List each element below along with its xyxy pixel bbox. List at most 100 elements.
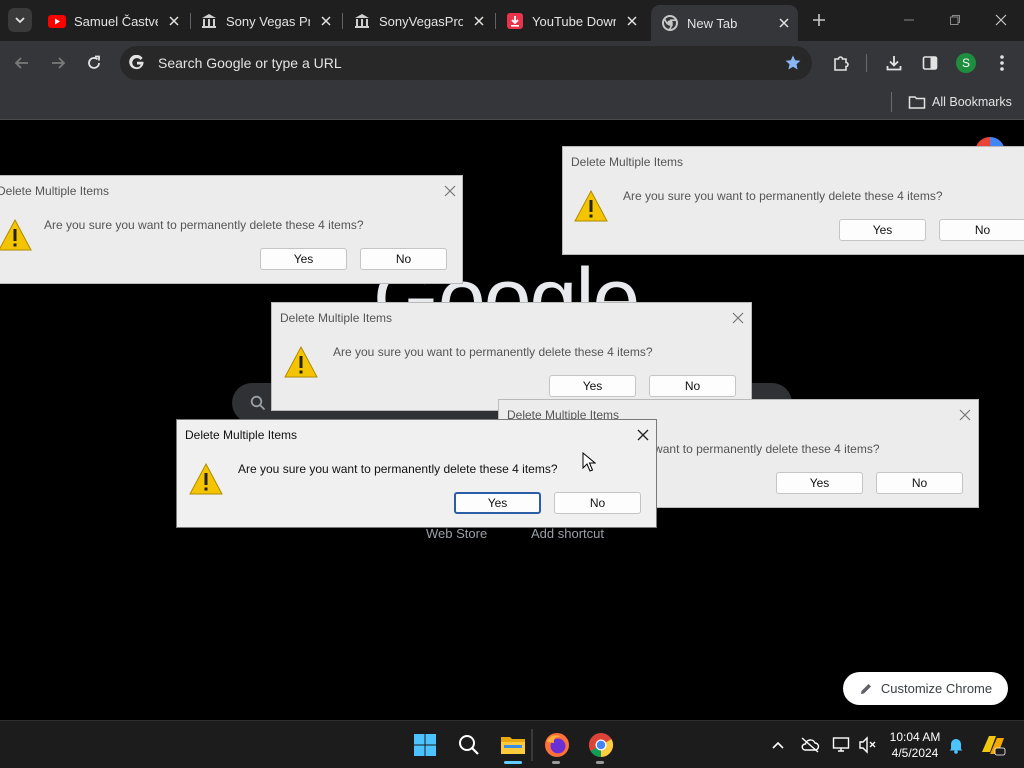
chevron-down-icon (15, 17, 25, 24)
start-icon (414, 734, 436, 756)
tab-sonyvegaspro1[interactable]: SonyVegasPro1 (343, 7, 493, 35)
start-button[interactable] (411, 731, 439, 759)
volume-button[interactable] (858, 735, 878, 755)
tab-samuel[interactable]: Samuel Častven (38, 7, 188, 35)
side-panel-icon (922, 56, 938, 70)
close-icon[interactable] (731, 311, 745, 325)
close-icon[interactable] (166, 13, 182, 29)
folder-icon (908, 96, 926, 109)
plus-icon (813, 14, 825, 26)
back-button[interactable] (10, 51, 34, 75)
tab-new-tab[interactable]: New Tab (651, 5, 798, 41)
notifications-button[interactable] (946, 735, 966, 755)
reload-button[interactable] (82, 51, 106, 75)
download-icon (886, 56, 902, 71)
close-icon[interactable] (624, 13, 640, 29)
firefox-button[interactable] (543, 731, 571, 759)
bookmark-star-icon[interactable] (784, 54, 802, 72)
file-explorer-icon (501, 737, 525, 754)
no-button[interactable]: No (939, 219, 1024, 241)
downloads-button[interactable] (882, 51, 906, 75)
bell-icon (949, 739, 963, 754)
firefox-icon (545, 733, 569, 757)
close-icon[interactable] (776, 15, 792, 31)
google-g-icon (128, 54, 146, 72)
dialog-message: Are you sure you want to permanently del… (238, 462, 558, 476)
file-explorer-button[interactable] (499, 731, 527, 759)
chevron-up-icon (772, 741, 784, 749)
reload-icon (88, 55, 100, 69)
show-hidden-icons-button[interactable] (768, 735, 788, 755)
all-bookmarks-button[interactable]: All Bookmarks (908, 92, 1012, 112)
close-icon (995, 14, 1007, 26)
close-icon[interactable] (958, 408, 972, 422)
dialog-message: Are you sure you want to permanently del… (623, 189, 943, 203)
warning-icon (189, 462, 223, 495)
address-input[interactable] (156, 52, 756, 74)
omnibox[interactable] (120, 46, 812, 80)
dialog-title: Delete Multiple Items (0, 184, 110, 198)
more-vert-icon (1000, 55, 1004, 71)
chrome-menu-button[interactable] (990, 51, 1014, 75)
customize-chrome-button[interactable]: Customize Chrome (843, 672, 1008, 705)
profile-initial: S (961, 56, 970, 70)
onedrive-button[interactable] (800, 735, 820, 755)
network-button[interactable] (832, 735, 852, 755)
arrow-right-icon (52, 57, 66, 69)
bookmarks-bar: All Bookmarks (0, 85, 1024, 120)
dialog-title: Delete Multiple Items (571, 155, 684, 169)
tab-title: SonyVegasPro1 (379, 13, 463, 29)
restore-icon (950, 15, 960, 25)
warning-icon (284, 345, 318, 378)
no-button[interactable]: No (649, 375, 736, 397)
taskbar: 10:04 AM 4/5/2024 (0, 720, 1024, 768)
shortcut-web-store[interactable]: Web Store (426, 526, 487, 541)
tab-youtube-downloader[interactable]: YouTube Down (496, 7, 646, 35)
tab-sony-vegas-pro[interactable]: Sony Vegas Pro (190, 7, 340, 35)
extensions-button[interactable] (829, 51, 853, 75)
side-panel-button[interactable] (918, 51, 942, 75)
close-icon[interactable] (636, 428, 650, 442)
yes-button[interactable]: Yes (260, 248, 347, 270)
speaker-muted-icon (859, 736, 876, 754)
yes-button[interactable]: Yes (454, 492, 541, 514)
forward-button[interactable] (46, 51, 70, 75)
profile-button[interactable]: S (954, 51, 978, 75)
tab-title: New Tab (687, 15, 738, 31)
copilot-button[interactable] (980, 735, 1006, 756)
taskbar-search-button[interactable] (455, 731, 483, 759)
youtube-icon (48, 13, 66, 29)
yes-button[interactable]: Yes (839, 219, 926, 241)
restore-button[interactable] (941, 8, 969, 32)
tab-search-button[interactable] (8, 8, 32, 32)
dialog-title: Delete Multiple Items (185, 428, 298, 442)
copilot-icon (982, 736, 1006, 756)
close-window-button[interactable] (987, 8, 1015, 32)
close-icon[interactable] (318, 13, 334, 29)
library-icon (353, 13, 371, 29)
tab-title: Samuel Častven (74, 13, 158, 29)
yes-button[interactable]: Yes (549, 375, 636, 397)
tab-title: Sony Vegas Pro (226, 13, 310, 29)
close-icon[interactable] (443, 184, 457, 198)
minimize-button[interactable] (895, 8, 923, 32)
delete-dialog-active: Delete Multiple Items Are you sure you w… (176, 419, 657, 528)
search-icon (250, 395, 266, 411)
delete-dialog: Delete Multiple Items Are you sure you w… (271, 302, 752, 411)
chrome-taskbar-button[interactable] (587, 731, 615, 759)
chrome-icon (661, 15, 679, 31)
cloud-off-icon (801, 737, 820, 753)
warning-icon (574, 189, 608, 222)
no-button[interactable]: No (360, 248, 447, 270)
chrome-icon (588, 733, 614, 757)
clock[interactable]: 10:04 AM 4/5/2024 (884, 729, 946, 761)
close-icon[interactable] (471, 13, 487, 29)
shortcut-add[interactable]: Add shortcut (531, 526, 604, 541)
no-button[interactable]: No (876, 472, 963, 494)
clock-time: 10:04 AM (889, 730, 941, 744)
new-tab-button[interactable] (808, 9, 830, 31)
search-icon (459, 735, 479, 755)
no-button[interactable]: No (554, 492, 641, 514)
yes-button[interactable]: Yes (776, 472, 863, 494)
dialog-message: Are you sure you want to permanently del… (333, 345, 653, 359)
